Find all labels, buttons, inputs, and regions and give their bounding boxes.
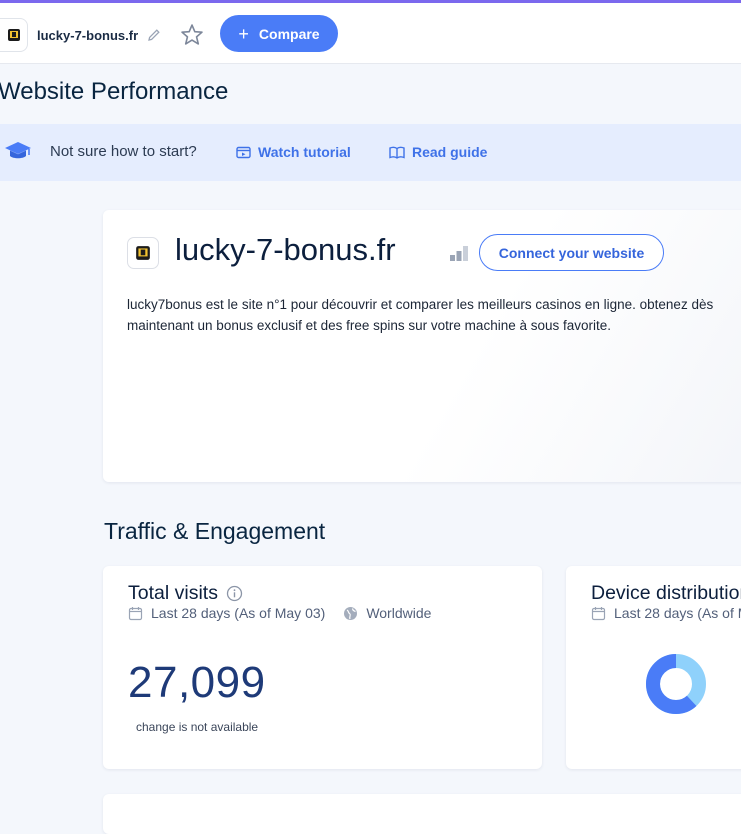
total-visits-value: 27,099: [128, 658, 266, 707]
next-card-partial: [103, 794, 741, 834]
help-band: Not sure how to start? Watch tutorial Re…: [0, 124, 741, 181]
device-distribution-card: Device distribution Last 28 days (As of …: [566, 566, 741, 769]
help-question: Not sure how to start?: [50, 143, 197, 160]
total-visits-title-row: Total visits: [128, 582, 243, 605]
total-visits-title: Total visits: [128, 582, 218, 604]
device-distribution-title: Device distribution: [591, 582, 741, 604]
site-chip-label: lucky-7-bonus.fr: [37, 27, 139, 43]
total-visits-card: Total visits Last 28 days (As of May 03)…: [103, 566, 542, 769]
site-name: lucky-7-bonus.fr: [175, 232, 396, 267]
total-visits-region: Worldwide: [366, 605, 432, 621]
connect-website-button[interactable]: Connect your website: [479, 234, 664, 271]
rank-bars-icon: [450, 246, 468, 261]
compare-button[interactable]: + Compare: [220, 15, 338, 52]
top-bar: lucky-7-bonus.fr + Compare: [0, 3, 741, 64]
device-distribution-period: Last 28 days (As of May 03): [614, 605, 741, 621]
total-visits-period: Last 28 days (As of May 03): [151, 605, 326, 621]
favorite-star-icon[interactable]: [179, 22, 205, 48]
video-calendar-icon: [236, 146, 251, 158]
globe-icon: [344, 606, 358, 620]
total-visits-meta: Last 28 days (As of May 03) Worldwide: [128, 605, 431, 621]
watch-tutorial-link[interactable]: Watch tutorial: [236, 144, 351, 160]
site-description: lucky7bonus est le site n°1 pour découvr…: [127, 297, 714, 333]
compare-button-label: Compare: [258, 25, 320, 42]
plus-icon: +: [238, 23, 249, 44]
site-favicon: [0, 18, 28, 52]
read-guide-link[interactable]: Read guide: [389, 144, 487, 160]
watch-tutorial-label: Watch tutorial: [258, 144, 351, 160]
open-book-icon: [389, 146, 405, 159]
site-chip[interactable]: lucky-7-bonus.fr: [0, 17, 162, 53]
site-favicon-large: [127, 237, 159, 269]
slot-machine-icon: [136, 246, 150, 260]
read-guide-label: Read guide: [412, 144, 488, 160]
calendar-icon: [591, 606, 606, 620]
device-distribution-meta: Last 28 days (As of May 03): [591, 605, 741, 621]
change-note: change is not available: [136, 720, 259, 734]
page-title: Website Performance: [0, 78, 229, 105]
device-donut-chart[interactable]: [644, 652, 708, 716]
traffic-section-title: Traffic & Engagement: [104, 518, 326, 544]
calendar-icon: [128, 606, 143, 620]
site-overview-card: lucky-7-bonus.fr Connect your website lu…: [103, 210, 741, 482]
info-icon[interactable]: [226, 585, 243, 602]
slot-machine-icon: [7, 29, 20, 41]
edit-pencil-icon[interactable]: [146, 27, 162, 43]
graduation-cap-icon: [5, 142, 31, 159]
